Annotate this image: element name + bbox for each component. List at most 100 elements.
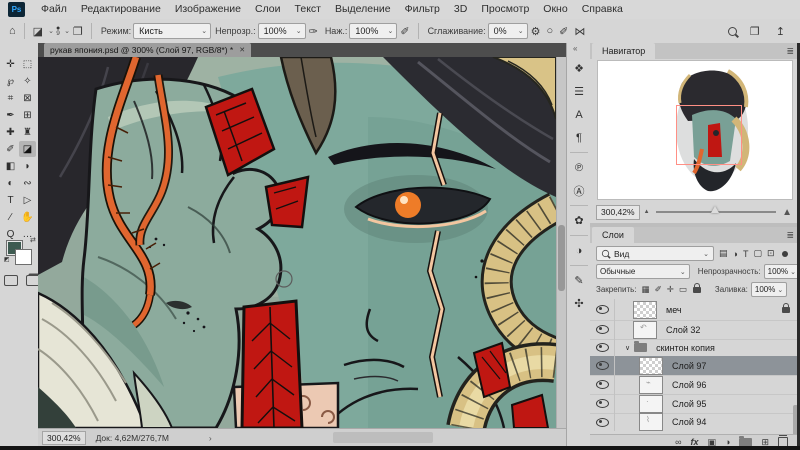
navigator-zoom-slider[interactable] <box>656 211 777 213</box>
status-chevron-icon[interactable]: › <box>209 433 212 443</box>
clone-source-panel-icon[interactable]: ✣ <box>567 292 591 315</box>
share-icon[interactable]: ↥ <box>773 25 788 38</box>
flow-select[interactable]: 100% ⌄ <box>349 23 397 39</box>
adjustments-panel-icon[interactable]: ◑ <box>567 239 591 262</box>
menu-window[interactable]: Окно <box>536 0 574 19</box>
eye-icon[interactable] <box>596 380 609 389</box>
menu-view[interactable]: Просмотр <box>474 0 536 19</box>
layer-row-94[interactable]: ⌇ Слой 94 <box>590 413 800 431</box>
filter-pixel-icon[interactable]: ▤ <box>719 248 728 259</box>
navigator-proxy-rectangle[interactable] <box>676 105 742 165</box>
default-colors-icon[interactable]: ◩ <box>4 256 10 263</box>
tool-patch[interactable]: ⊞ <box>19 107 36 123</box>
tool-smudge[interactable]: ∾ <box>19 175 36 191</box>
document-tab[interactable]: рукав япония.psd @ 300% (Слой 97, RGB/8*… <box>44 43 251 57</box>
lock-pixels-icon[interactable]: ✐ <box>655 284 662 295</box>
mode-select[interactable]: Кисть ⌄ <box>133 23 211 39</box>
menu-layers[interactable]: Слои <box>248 0 288 19</box>
brush-settings-panel-icon[interactable]: ✎ <box>567 269 591 292</box>
blend-mode-select[interactable]: Обычные ⌄ <box>596 264 690 279</box>
eye-icon[interactable] <box>596 325 609 334</box>
menu-edit[interactable]: Редактирование <box>74 0 168 19</box>
layer-row-95[interactable]: · Слой 95 <box>590 394 800 414</box>
tool-eraser-selected[interactable]: ◪ <box>19 141 36 157</box>
tool-hand[interactable]: ✋ <box>19 209 36 225</box>
layer-thumbnail[interactable]: ⌁ <box>639 376 663 394</box>
vertical-scrollbar-thumb[interactable] <box>558 225 565 291</box>
tool-frame[interactable]: ⊠ <box>19 90 36 106</box>
brush-angle-icon[interactable]: ○ <box>544 25 557 37</box>
group-expand-chevron-icon[interactable]: ∨ <box>625 344 630 352</box>
fill-select[interactable]: 100% ⌄ <box>751 282 787 297</box>
eye-icon[interactable] <box>596 305 609 314</box>
filter-smart-object-icon[interactable]: ⊡ <box>767 248 775 259</box>
menu-filter[interactable]: Фильтр <box>398 0 447 19</box>
workspace-switcher-icon[interactable]: ❐ <box>747 25 763 38</box>
navigator-zoom-field[interactable]: 300,42% <box>596 205 640 220</box>
search-icon[interactable] <box>728 27 737 36</box>
swatches-panel-icon[interactable]: ✿ <box>567 209 591 232</box>
paragraph-panel-icon[interactable]: ¶ <box>567 126 591 149</box>
horizontal-scrollbar-thumb[interactable] <box>333 432 433 443</box>
layer-thumbnail[interactable]: ⌇ <box>639 413 663 431</box>
lock-artboard-icon[interactable]: ▭ <box>679 284 687 295</box>
layer-row-mech[interactable]: меч <box>590 299 800 321</box>
pressure-opacity-icon[interactable]: ✑ <box>306 25 321 38</box>
tool-lasso[interactable]: ℘ <box>2 73 19 89</box>
swap-colors-icon[interactable]: ⇄ <box>30 236 36 244</box>
layer-opacity-select[interactable]: 100% ⌄ <box>764 264 800 279</box>
tool-brush[interactable]: ✐ <box>2 141 19 157</box>
navigator-preview[interactable] <box>598 61 792 199</box>
menu-type[interactable]: Текст <box>288 0 328 19</box>
expand-dock-icon[interactable]: « <box>573 44 577 53</box>
filter-toggle-switch[interactable] <box>782 251 788 257</box>
tool-spot-healing[interactable]: ✚ <box>2 124 19 140</box>
symmetry-icon[interactable]: ⋈ <box>571 25 588 38</box>
visibility-cell[interactable] <box>590 375 615 394</box>
visibility-cell[interactable] <box>590 356 615 375</box>
paragraph-styles-panel-icon[interactable]: ℗ <box>567 156 591 179</box>
visibility-cell[interactable] <box>590 339 615 356</box>
visibility-cell[interactable] <box>590 299 615 320</box>
character-styles-panel-icon[interactable]: Ⓐ <box>567 179 591 202</box>
zoom-out-mountain-icon[interactable]: ▲ <box>644 209 650 215</box>
properties-panel-icon[interactable]: ☰ <box>567 80 591 103</box>
layer-thumbnail[interactable]: · <box>639 395 663 413</box>
opacity-select[interactable]: 100% ⌄ <box>258 23 306 39</box>
tool-move[interactable]: ✛ <box>2 56 19 72</box>
tool-gradient[interactable]: ◧ <box>2 158 19 174</box>
brushes-panel-icon[interactable]: ❖ <box>567 57 591 80</box>
visibility-cell[interactable] <box>590 394 615 413</box>
eye-icon[interactable] <box>596 343 609 352</box>
visibility-cell[interactable] <box>590 320 615 339</box>
tool-clone-stamp[interactable]: ♜ <box>19 124 36 140</box>
menu-3d[interactable]: 3D <box>447 0 474 19</box>
tool-crop[interactable]: ⌗ <box>2 90 19 106</box>
layer-thumbnail[interactable] <box>639 357 663 375</box>
menu-select[interactable]: Выделение <box>328 0 398 19</box>
tool-quick-selection[interactable]: ✧ <box>19 73 36 89</box>
status-zoom-field[interactable]: 300,42% <box>42 431 86 445</box>
tool-marquee[interactable]: ⬚ <box>19 56 36 72</box>
close-tab-icon[interactable]: ✕ <box>239 46 245 54</box>
canvas-viewport[interactable] <box>38 57 556 428</box>
group-row-skintone-copy[interactable]: ∨ скинтон копия <box>590 339 800 357</box>
layer-thumbnail[interactable] <box>633 301 657 319</box>
visibility-cell[interactable] <box>590 413 615 431</box>
smoothing-options-gear-icon[interactable]: ⚙ <box>528 25 544 38</box>
filter-adjustment-icon[interactable]: ◑ <box>733 249 738 259</box>
menu-help[interactable]: Справка <box>575 0 630 19</box>
filter-shape-icon[interactable]: ▢ <box>753 248 762 259</box>
smoothing-select[interactable]: 0% ⌄ <box>488 23 528 39</box>
layers-tab[interactable]: Слои <box>592 227 634 243</box>
navigator-slider-thumb[interactable] <box>711 206 719 213</box>
zoom-in-mountain-icon[interactable]: ▲ <box>782 207 792 218</box>
menu-file[interactable]: Файл <box>34 0 74 19</box>
tool-path-selection[interactable]: ▷ <box>19 192 36 208</box>
tool-line[interactable]: ∕ <box>2 209 19 225</box>
eye-icon[interactable] <box>596 399 609 408</box>
layer-row-96[interactable]: ⌁ Слой 96 <box>590 375 800 395</box>
background-color-swatch[interactable] <box>15 249 32 265</box>
layer-thumbnail[interactable]: ↶ <box>633 321 657 339</box>
tool-dodge[interactable]: ◐ <box>2 175 19 191</box>
